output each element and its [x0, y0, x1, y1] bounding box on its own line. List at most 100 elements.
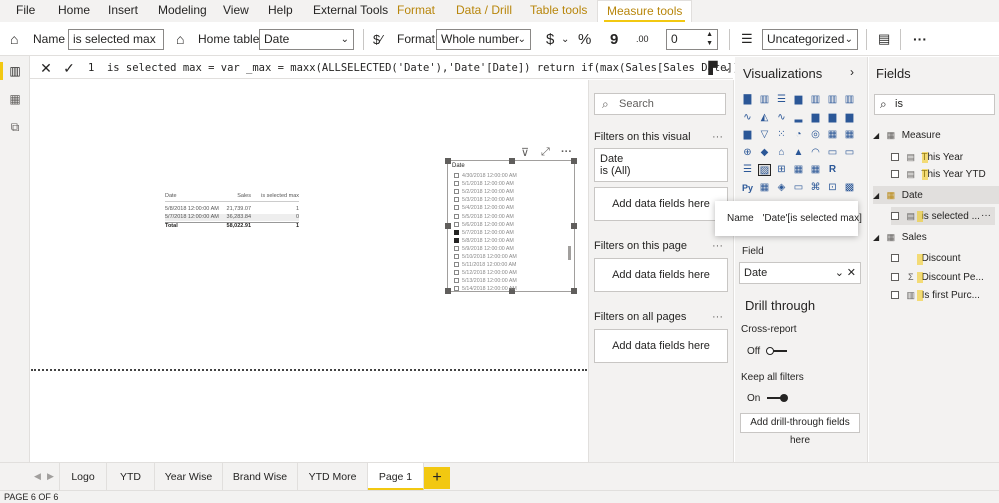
resize-handle[interactable]: [445, 158, 451, 164]
comma-style-button[interactable]: 9: [610, 22, 618, 56]
field-well-date[interactable]: Date ⌄ ✕: [739, 262, 861, 284]
resize-handle[interactable]: [509, 158, 515, 164]
clustered-bar-icon[interactable]: ☰: [775, 94, 788, 106]
slicer-item[interactable]: 5/3/2018 12:00:00 AM: [454, 196, 564, 204]
tab-measure-tools[interactable]: Measure tools: [597, 0, 693, 23]
filters-search-input[interactable]: ⌕ Search: [594, 93, 726, 115]
slicer-icon[interactable]: ▨: [758, 164, 771, 176]
power-apps-icon[interactable]: ⊡: [826, 182, 839, 194]
slicer-item[interactable]: 5/9/2018 12:00:00 AM: [454, 245, 564, 253]
key-influencers-icon[interactable]: ▦: [758, 182, 771, 194]
slicer-checkbox[interactable]: [454, 221, 459, 227]
slicer-checkbox[interactable]: [454, 278, 459, 284]
formula-input[interactable]: 1 is selected max = var _max = maxx(ALLS…: [88, 60, 809, 76]
tab-external-tools[interactable]: External Tools: [313, 0, 388, 22]
filled-map-icon[interactable]: ◆: [758, 147, 771, 159]
paginated-icon[interactable]: ⌘: [809, 182, 822, 194]
field-checkbox[interactable]: [891, 254, 899, 263]
measure-name-input[interactable]: is selected max: [68, 29, 164, 50]
page-tab-brand-wise[interactable]: Brand Wise: [223, 463, 298, 491]
percent-button[interactable]: %: [578, 22, 591, 56]
tab-modeling[interactable]: Modeling: [158, 0, 207, 22]
table-header-is-selected-max[interactable]: is selected max: [261, 193, 299, 200]
donut-chart-icon[interactable]: ◎: [809, 129, 822, 141]
slicer-checkbox[interactable]: [454, 189, 459, 195]
slicer-item[interactable]: 5/12/2018 12:00:00 AM: [454, 269, 564, 277]
field-is-selected-max[interactable]: ▤ is selected ... ···: [891, 207, 995, 225]
remove-field-icon[interactable]: ✕: [847, 263, 856, 283]
table-date[interactable]: ◢ ▦ Date: [873, 186, 999, 204]
tab-format[interactable]: Format: [397, 0, 435, 22]
smart-narrative-icon[interactable]: ▭: [792, 182, 805, 194]
slicer-item[interactable]: 5/1/2018 12:00:00 AM: [454, 180, 564, 188]
data-category-select[interactable]: Uncategorized ⌄: [762, 29, 858, 50]
currency-button[interactable]: $: [546, 22, 554, 56]
pie-chart-icon[interactable]: ◔: [792, 129, 805, 141]
field-discount[interactable]: Discount: [891, 250, 995, 268]
commit-formula-button[interactable]: ✓: [59, 59, 79, 77]
slicer-item[interactable]: 5/5/2018 12:00:00 AM: [454, 213, 564, 221]
percent-bar-icon[interactable]: ▥: [809, 94, 822, 106]
table-measure[interactable]: ◢ ▦ Measure: [873, 126, 999, 144]
python-visual-icon[interactable]: Py: [741, 182, 754, 194]
page-tab-logo[interactable]: Logo: [59, 463, 107, 491]
slicer-checkbox[interactable]: [454, 181, 459, 187]
slicer-item[interactable]: 5/14/2018 12:00:00 AM: [454, 285, 564, 293]
scatter-chart-icon[interactable]: ⁙: [775, 129, 788, 141]
waterfall-icon[interactable]: ▆: [843, 112, 856, 124]
field-is-first-purchase[interactable]: ▥ Is first Purc...: [891, 286, 995, 304]
line-column-icon[interactable]: ▂: [792, 112, 805, 124]
r-visual-icon[interactable]: R: [826, 164, 839, 176]
data-view-icon[interactable]: ▦: [7, 92, 23, 106]
line-chart-icon[interactable]: ∿: [741, 112, 754, 124]
stacked-area-icon[interactable]: ∿: [775, 112, 788, 124]
chevron-down-icon[interactable]: ⌄: [717, 59, 737, 77]
table-visual[interactable]: Date Sales is selected max 5/8/2018 12:0…: [165, 193, 299, 233]
slicer-item[interactable]: 5/11/2018 12:00:00 AM: [454, 261, 564, 269]
field-this-year-ytd[interactable]: ▤ This Year YTD: [891, 165, 995, 183]
tab-table-tools[interactable]: Table tools: [530, 0, 587, 22]
slicer-checkbox[interactable]: [454, 245, 459, 251]
resize-handle[interactable]: [445, 288, 451, 294]
slicer-checkbox[interactable]: [454, 270, 459, 276]
fields-search-input[interactable]: ⌕ is: [874, 94, 995, 115]
next-page-icon[interactable]: ▶: [47, 471, 54, 482]
tab-home[interactable]: Home: [58, 0, 90, 22]
decomposition-icon[interactable]: ▦: [809, 164, 822, 176]
resize-handle[interactable]: [571, 223, 577, 229]
slicer-checkbox[interactable]: [454, 205, 459, 211]
slicer-item[interactable]: 4/30/2018 12:00:00 AM: [454, 172, 564, 180]
more-options-icon[interactable]: ···: [712, 311, 723, 323]
chevron-down-icon[interactable]: ⌄: [835, 263, 844, 283]
chevron-right-icon[interactable]: ›: [850, 65, 854, 79]
add-page-button[interactable]: +: [424, 467, 450, 489]
table-header-sales[interactable]: Sales: [237, 193, 251, 200]
treemap-icon[interactable]: ▦: [826, 129, 839, 141]
field-checkbox[interactable]: [891, 273, 899, 282]
add-visual-filter-well[interactable]: Add data fields here: [594, 187, 728, 221]
clustered-column-icon[interactable]: ▆: [792, 94, 805, 106]
keep-all-filters-toggle[interactable]: On: [747, 393, 789, 404]
table-icon[interactable]: ⊞: [775, 164, 788, 176]
date-slicer[interactable]: Date 4/30/2018 12:00:00 AM 5/1/2018 12:00…: [445, 158, 577, 294]
field-checkbox[interactable]: [891, 291, 899, 300]
add-report-filter-well[interactable]: Add data fields here: [594, 329, 728, 363]
arcgis-icon[interactable]: ▲: [792, 147, 805, 159]
slicer-item[interactable]: 5/10/2018 12:00:00 AM: [454, 253, 564, 261]
area-chart-icon[interactable]: ◭: [758, 112, 771, 124]
table-header-date[interactable]: Date: [165, 193, 177, 200]
page-tab-year-wise[interactable]: Year Wise: [155, 463, 223, 491]
calculator-icon[interactable]: ▤: [878, 22, 890, 56]
home-table-select[interactable]: Date ⌄: [259, 29, 354, 50]
slicer-checkbox[interactable]: [454, 213, 459, 219]
decimal-places-input[interactable]: 0 ▲ ▼: [666, 29, 718, 50]
table-sales[interactable]: ◢ ▦ Sales: [873, 228, 999, 246]
slicer-checkbox[interactable]: [454, 286, 459, 292]
slicer-checkbox[interactable]: [454, 254, 459, 260]
slicer-item[interactable]: 5/4/2018 12:00:00 AM: [454, 204, 564, 212]
cross-report-toggle[interactable]: Off: [747, 346, 787, 357]
matrix-icon[interactable]: ▦: [843, 129, 856, 141]
tab-help[interactable]: Help: [268, 0, 293, 22]
slicer-scrollbar[interactable]: [568, 246, 571, 260]
field-this-year[interactable]: ▤ This Year: [891, 148, 995, 166]
